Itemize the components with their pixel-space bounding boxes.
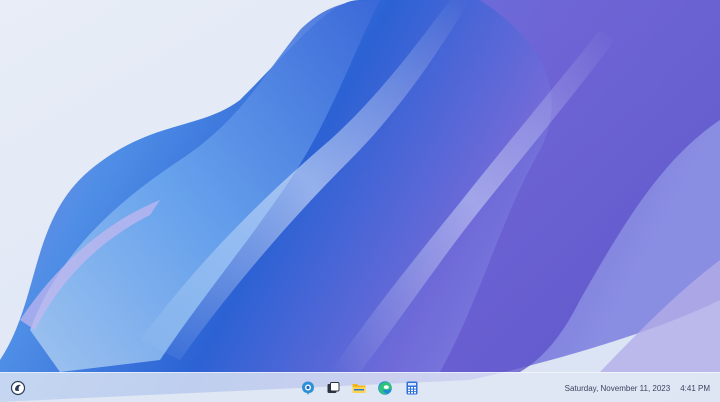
wallpaper	[0, 0, 720, 402]
copilot-icon[interactable]	[7, 377, 29, 399]
calculator-icon[interactable]	[401, 377, 423, 399]
system-tray-clock[interactable]: Saturday, November 11, 2023 4:41 PM	[565, 373, 710, 402]
task-view-icon[interactable]	[322, 377, 344, 399]
edge-icon[interactable]	[374, 377, 396, 399]
time-label: 4:41 PM	[680, 383, 710, 393]
date-label: Saturday, November 11, 2023	[564, 383, 671, 393]
desktop: Saturday, November 11, 2023 4:41 PM	[0, 0, 720, 402]
copilot-app-icon[interactable]	[297, 377, 319, 399]
taskbar: Saturday, November 11, 2023 4:41 PM	[0, 372, 720, 402]
folder-icon[interactable]	[348, 377, 370, 399]
